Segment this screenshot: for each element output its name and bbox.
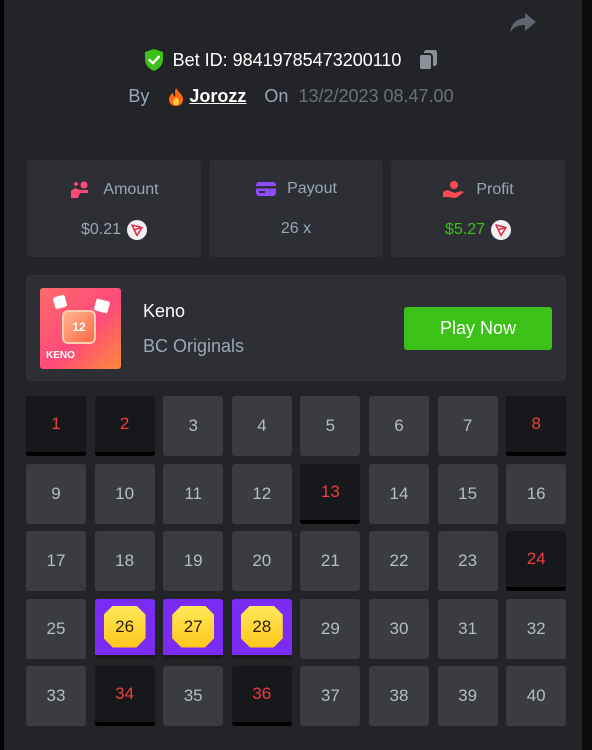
left-edge [0,0,4,750]
keno-cell-32: 32 [506,598,567,659]
keno-cell-35: 35 [163,666,224,726]
keno-cell-1: 1 [26,396,86,456]
user-link[interactable]: Jorozz [167,86,246,107]
keno-cell-22: 22 [369,531,429,591]
thumbnail-label: KENO [46,350,75,361]
gem-icon: 27 [172,605,215,648]
bet-id-text: Bet ID: 98419785473200110 [172,49,402,70]
dice-decoration [52,294,68,310]
keno-cube-icon: 12 [62,310,96,344]
keno-cell-25: 25 [26,598,86,659]
tron-icon [491,220,512,240]
profit-card: Profit $5.27 [391,160,565,257]
keno-cell-34: 34 [94,666,155,726]
gem-icon: 28 [240,605,283,648]
fire-icon [169,87,184,106]
keno-cell-23: 23 [437,531,498,591]
keno-cell-20: 20 [231,531,292,591]
copy-icon[interactable] [417,48,439,72]
keno-cell-14: 14 [369,463,429,524]
share-button[interactable] [506,8,540,38]
keno-cell-19: 19 [163,531,224,591]
bet-date: 13/2/2023 08.47.00 [298,86,454,106]
keno-cell-13: 13 [300,463,361,524]
keno-cell-31: 31 [437,598,498,659]
keno-cell-2: 2 [94,396,155,456]
keno-game-thumbnail[interactable]: 12 KENO [40,288,121,369]
payout-value: 26 x [280,220,312,237]
dice-decoration [93,298,111,314]
user-name: Jorozz [189,86,247,106]
bet-meta-row: By Jorozz On 13/2/2023 08.47.00 [0,86,582,107]
payout-card: Payout 26 x [209,160,383,257]
keno-cell-38: 38 [369,666,429,726]
keno-cell-10: 10 [94,463,155,524]
keno-cell-28: 28 [231,598,292,659]
keno-cell-29: 29 [300,598,361,659]
keno-cell-30: 30 [369,598,429,659]
amount-label: Amount [103,181,159,198]
game-card: 12 KENO Keno BC Originals Play Now [26,275,566,381]
keno-cell-8: 8 [506,396,567,456]
keno-cell-24: 24 [506,531,567,591]
keno-board: 1 2 3 4 5 6 7 8 9 10 11 12 13 14 15 16 17 18 19 20 21 22 23 24 2… [26,396,567,726]
keno-cell-4: 4 [231,396,292,456]
keno-cell-39: 39 [437,666,498,726]
keno-cell-16: 16 [506,463,567,524]
keno-cell-6: 6 [369,396,429,456]
keno-cell-3: 3 [163,396,224,456]
keno-cell-5: 5 [300,396,361,456]
tron-icon [127,220,148,240]
keno-cell-36: 36 [231,666,292,726]
keno-cell-15: 15 [437,463,498,524]
right-scroll-edge [582,0,592,750]
keno-cell-33: 33 [26,666,86,726]
keno-cell-37: 37 [300,666,361,726]
keno-cell-11: 11 [163,463,224,524]
keno-cell-18: 18 [94,531,155,591]
keno-cell-9: 9 [26,463,86,524]
bet-id-row: Bet ID: 98419785473200110 [0,48,582,72]
keno-cell-40: 40 [506,666,567,726]
card-icon [256,182,277,196]
keno-cell-17: 17 [26,531,86,591]
game-provider: BC Originals [143,336,245,356]
profit-hand-icon [443,181,465,198]
bet-amount-icon [71,181,89,198]
keno-cell-12: 12 [231,463,292,524]
keno-cell-21: 21 [300,531,361,591]
amount-card: Amount $0.21 [27,160,201,257]
game-name: Keno [143,301,186,321]
payout-label: Payout [287,180,337,197]
amount-value: $0.21 [80,221,122,238]
keno-cell-26: 26 [94,598,155,659]
shield-check-icon [143,48,165,72]
by-label: By [128,86,150,106]
keno-cell-27: 27 [163,598,224,659]
profit-value: $5.27 [444,221,486,238]
profit-label: Profit [476,181,514,198]
gem-icon: 26 [103,605,146,648]
keno-cell-7: 7 [437,396,498,456]
on-label: On [264,86,289,106]
share-icon [510,13,536,33]
play-now-button[interactable]: Play Now [404,307,552,350]
